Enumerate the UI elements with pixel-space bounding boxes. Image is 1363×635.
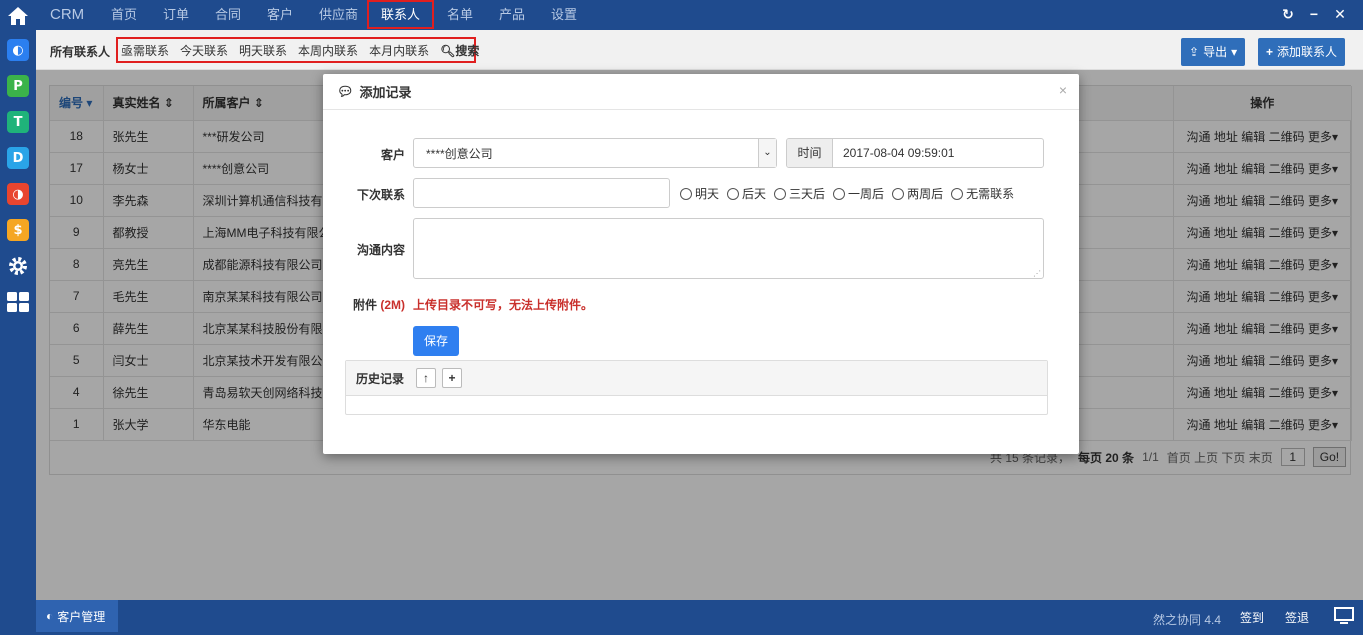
version-text: 然之协同 4.4 bbox=[1153, 613, 1222, 627]
plus-icon[interactable]: + bbox=[442, 368, 463, 388]
time-value: 2017-08-04 09:59:01 bbox=[843, 146, 955, 160]
customer-select[interactable]: ****创意公司 ⌄ bbox=[413, 138, 777, 168]
taskbar-label: 客户管理 bbox=[57, 609, 106, 624]
time-label: 时间 bbox=[787, 139, 833, 167]
grid-apps-icon[interactable] bbox=[7, 291, 29, 313]
radio-circle bbox=[833, 187, 846, 200]
home-icon[interactable] bbox=[0, 0, 36, 32]
caret-down-icon: ▾ bbox=[1231, 45, 1238, 59]
crm-app-icon: ◐ bbox=[46, 609, 54, 623]
proj-app-icon[interactable]: P bbox=[7, 75, 29, 97]
save-button[interactable]: 保存 bbox=[413, 326, 459, 356]
nav-item-suppliers[interactable]: 供应商 bbox=[319, 0, 358, 30]
close-icon[interactable]: ✕ bbox=[1332, 6, 1348, 22]
radio-label: 无需联系 bbox=[966, 187, 1015, 201]
radio-circle bbox=[727, 187, 740, 200]
content-textarea[interactable]: ⋰ bbox=[413, 218, 1044, 279]
next-contact-input[interactable] bbox=[413, 178, 670, 208]
nav-item-settings[interactable]: 设置 bbox=[551, 0, 577, 30]
minimize-icon[interactable]: − bbox=[1306, 6, 1322, 22]
attach-label: 附件 (2M) bbox=[335, 296, 405, 313]
radio-circle bbox=[951, 187, 964, 200]
nav-item-orders[interactable]: 订单 bbox=[163, 0, 189, 30]
arrow-up-icon[interactable]: ↑ bbox=[416, 368, 437, 388]
status-bar: ◐ 客户管理 然之协同 4.4 签到 签退 bbox=[0, 600, 1363, 635]
search-button[interactable]: 🔍︎搜索 bbox=[440, 42, 479, 59]
oa-app-icon[interactable]: ◑ bbox=[7, 183, 29, 205]
app-sidebar: ◐ P T D ◑ $ bbox=[0, 0, 36, 635]
export-label: 导出 bbox=[1203, 45, 1228, 59]
history-label: 历史记录 bbox=[356, 371, 405, 386]
radio-two-weeks[interactable]: 两周后 bbox=[892, 185, 943, 202]
cash-app-icon[interactable]: $ bbox=[7, 219, 29, 241]
history-header: 历史记录 ↑ + bbox=[346, 361, 1047, 396]
crm-app-icon[interactable]: ◐ bbox=[7, 39, 29, 61]
radio-day-after[interactable]: 后天 bbox=[727, 185, 766, 202]
next-contact-label: 下次联系 bbox=[356, 188, 405, 202]
filter-today[interactable]: 今天联系 bbox=[180, 42, 228, 59]
gear-icon[interactable] bbox=[7, 255, 29, 277]
add-record-dialog: 💬︎ 添加记录 × 客户 ****创意公司 ⌄ 时间 2017-08-04 09… bbox=[323, 74, 1079, 454]
nav-item-contracts[interactable]: 合同 bbox=[215, 0, 241, 30]
check-out-button[interactable]: 签退 bbox=[1285, 609, 1309, 626]
dialog-close-button[interactable]: × bbox=[1059, 82, 1067, 98]
radio-three-days[interactable]: 三天后 bbox=[774, 185, 825, 202]
dialog-title: 添加记录 bbox=[359, 85, 412, 100]
nav-item-customers[interactable]: 客户 bbox=[267, 0, 293, 30]
add-contact-label: 添加联系人 bbox=[1277, 45, 1338, 59]
nav-item-lists[interactable]: 名单 bbox=[447, 0, 473, 30]
comment-icon: 💬︎ bbox=[337, 83, 354, 99]
filter-group: 亟需联系 今天联系 明天联系 本周内联系 本月内联系 🔍︎搜索 bbox=[116, 37, 479, 63]
history-panel: 历史记录 ↑ + bbox=[345, 360, 1048, 415]
radio-circle bbox=[774, 187, 787, 200]
all-contacts-tab[interactable]: 所有联系人 bbox=[50, 43, 110, 60]
nav-item-contacts[interactable]: 联系人 bbox=[367, 0, 435, 29]
filter-urgent[interactable]: 亟需联系 bbox=[121, 42, 169, 59]
plus-icon: + bbox=[1266, 45, 1274, 59]
radio-circle bbox=[680, 187, 692, 200]
radio-label: 两周后 bbox=[907, 187, 944, 201]
attach-label-text: 附件 bbox=[352, 298, 377, 312]
filter-this-month[interactable]: 本月内联系 bbox=[369, 42, 429, 59]
content-label: 沟通内容 bbox=[356, 243, 405, 257]
nav-item-products[interactable]: 产品 bbox=[499, 0, 525, 30]
resize-handle-icon[interactable]: ⋰ bbox=[1033, 269, 1041, 278]
radio-circle bbox=[892, 187, 905, 200]
refresh-icon[interactable]: ↻ bbox=[1280, 6, 1296, 22]
add-contact-button[interactable]: + 添加联系人 bbox=[1258, 38, 1346, 66]
radio-one-week[interactable]: 一周后 bbox=[833, 185, 884, 202]
time-field[interactable]: 时间 2017-08-04 09:59:01 bbox=[786, 138, 1044, 168]
taskbar-customer-management[interactable]: ◐ 客户管理 bbox=[36, 600, 118, 632]
customer-label: 客户 bbox=[380, 148, 405, 162]
radio-label: 后天 bbox=[742, 187, 767, 201]
radio-label: 明天 bbox=[695, 187, 720, 201]
search-label: 搜索 bbox=[455, 43, 480, 58]
monitor-icon[interactable] bbox=[1334, 607, 1354, 628]
team-app-icon[interactable]: T bbox=[7, 111, 29, 133]
radio-tomorrow[interactable]: 明天 bbox=[680, 185, 719, 202]
doc-app-icon[interactable]: D bbox=[7, 147, 29, 169]
upload-icon: ⇪ bbox=[1189, 45, 1200, 59]
search-icon: 🔍︎ bbox=[440, 43, 456, 58]
radio-label: 一周后 bbox=[848, 187, 885, 201]
export-button[interactable]: ⇪ 导出 ▾ bbox=[1181, 38, 1246, 66]
check-in-button[interactable]: 签到 bbox=[1240, 609, 1264, 626]
contacts-subbar: 所有联系人 亟需联系 今天联系 明天联系 本周内联系 本月内联系 🔍︎搜索 ⇪ … bbox=[36, 30, 1363, 70]
customer-value: ****创意公司 bbox=[426, 146, 493, 161]
attach-error: 上传目录不可写，无法上传附件。 bbox=[413, 298, 594, 312]
attach-size: (2M) bbox=[380, 298, 405, 312]
filter-this-week[interactable]: 本周内联系 bbox=[298, 42, 358, 59]
nav-item-home[interactable]: 首页 bbox=[111, 0, 137, 30]
top-navigation: CRM 首页 订单 合同 客户 供应商 联系人 名单 产品 设置 ↻ − ✕ bbox=[36, 0, 1363, 30]
dialog-header: 💬︎ 添加记录 bbox=[323, 74, 1079, 110]
nav-brand[interactable]: CRM bbox=[50, 0, 84, 30]
next-contact-options: 明天 后天 三天后 一周后 两周后 无需联系 bbox=[680, 185, 1022, 202]
chevron-down-icon[interactable]: ⌄ bbox=[758, 139, 776, 167]
radio-label: 三天后 bbox=[789, 187, 826, 201]
filter-tomorrow[interactable]: 明天联系 bbox=[239, 42, 287, 59]
radio-no-contact[interactable]: 无需联系 bbox=[951, 185, 1014, 202]
